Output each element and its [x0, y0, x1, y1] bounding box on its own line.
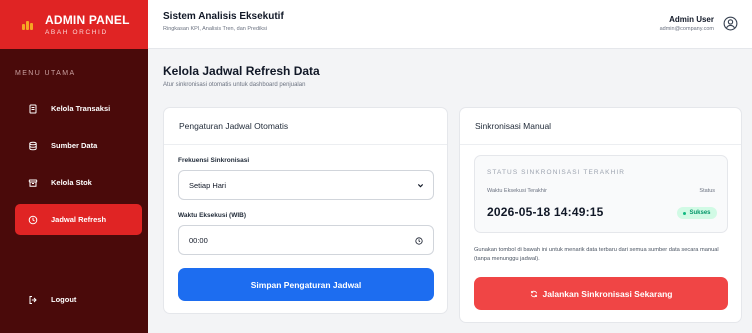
menu-header: MENU UTAMA: [15, 70, 76, 77]
schedule-card-title: Pengaturan Jadwal Otomatis: [164, 108, 447, 145]
archive-icon: [27, 177, 39, 189]
run-sync-label: Jalankan Sinkronisasi Sekarang: [542, 288, 673, 299]
sidebar-item-sumber-data[interactable]: Sumber Data: [15, 130, 142, 161]
sidebar: ADMIN PANEL ABAH ORCHID MENU UTAMA Kelol…: [0, 0, 148, 333]
frequency-select[interactable]: Setiap Hari: [178, 170, 434, 200]
sidebar-item-label: Jadwal Refresh: [51, 215, 107, 224]
status-dot-icon: [683, 211, 687, 215]
bar-chart-icon: [22, 19, 33, 30]
exec-time-value: 2026-05-18 14:49:15: [487, 205, 604, 219]
sidebar-item-kelola-stok[interactable]: Kelola Stok: [15, 167, 142, 198]
manual-sync-description: Gunakan tombol di bawah ini untuk menari…: [474, 247, 719, 262]
sidebar-item-label: Sumber Data: [51, 141, 98, 150]
status-label: Status: [699, 188, 715, 194]
manual-card-title: Sinkronisasi Manual: [460, 108, 741, 145]
app-title: Sistem Analisis Eksekutif: [163, 11, 284, 22]
user-email: admin@company.com: [659, 26, 714, 32]
page-title: Kelola Jadwal Refresh Data: [163, 64, 320, 78]
time-value: 00:00: [189, 235, 208, 245]
manual-sync-card: Sinkronisasi Manual STATUS SINKRONISASI …: [459, 107, 742, 323]
page-subtitle: Atur sinkronisasi otomatis untuk dashboa…: [163, 82, 306, 88]
app-subtitle: Ringkasan KPI, Analisis Tren, dan Predik…: [163, 26, 267, 32]
last-sync-status-box: STATUS SINKRONISASI TERAKHIR Waktu Eksek…: [474, 155, 728, 233]
database-icon: [27, 140, 39, 152]
save-schedule-button[interactable]: Simpan Pengaturan Jadwal: [178, 268, 434, 301]
brand-header: ADMIN PANEL ABAH ORCHID: [0, 0, 148, 49]
clock-icon[interactable]: [415, 237, 423, 245]
execution-time-input[interactable]: 00:00: [178, 225, 434, 255]
sidebar-item-label: Kelola Stok: [51, 178, 92, 187]
sidebar-item-kelola-transaksi[interactable]: Kelola Transaksi: [15, 93, 142, 124]
receipt-icon: [27, 103, 39, 115]
top-header: Sistem Analisis Eksekutif Ringkasan KPI,…: [148, 0, 752, 49]
frequency-value: Setiap Hari: [189, 180, 227, 190]
run-sync-button[interactable]: Jalankan Sinkronisasi Sekarang: [474, 277, 728, 310]
chevron-down-icon: [417, 184, 424, 188]
time-label: Waktu Eksekusi (WIB): [178, 212, 247, 219]
logout-icon: [27, 294, 39, 306]
exec-time-label: Waktu Eksekusi Terakhir: [487, 188, 547, 194]
brand-title: ADMIN PANEL: [45, 12, 130, 27]
status-header: STATUS SINKRONISASI TERAKHIR: [487, 169, 626, 176]
status-badge-text: Sukses: [689, 210, 711, 216]
schedule-settings-card: Pengaturan Jadwal Otomatis Frekuensi Sin…: [163, 107, 448, 314]
user-avatar-icon[interactable]: [723, 16, 738, 31]
brand-subtitle: ABAH ORCHID: [45, 28, 108, 36]
sidebar-item-label: Kelola Transaksi: [51, 104, 111, 113]
logout-label: Logout: [51, 295, 77, 304]
status-badge: Sukses: [677, 207, 717, 219]
logout-button[interactable]: Logout: [15, 284, 142, 315]
sidebar-item-jadwal-refresh[interactable]: Jadwal Refresh: [15, 204, 142, 235]
refresh-icon: [530, 290, 537, 297]
clock-icon: [27, 214, 39, 226]
frequency-label: Frekuensi Sinkronisasi: [178, 157, 250, 164]
user-name: Admin User: [669, 15, 714, 24]
